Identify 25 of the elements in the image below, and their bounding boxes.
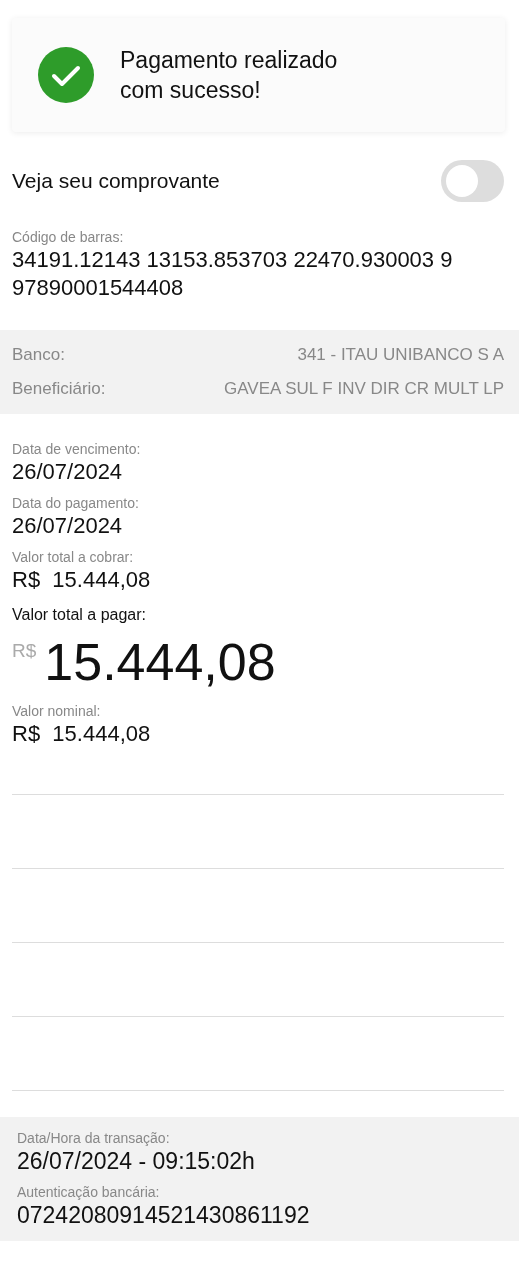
field-label: Valor nominal: [12,702,102,720]
field-label: Valor total a cobrar: [12,548,135,566]
total-label: Valor total a pagar: [12,606,147,624]
field-label: Código de barras: [12,228,125,246]
check-icon [38,47,94,103]
field-value: 26/07/2024 [12,512,124,540]
field-label: Data de vencimento: [12,440,142,458]
field-value: 341 - ITAU UNIBANCO S A [297,344,504,366]
field-label: Beneficiário: [12,378,106,400]
field-label: Autenticação bancária: [17,1183,161,1201]
field-value: 26/07/2024 [12,458,124,486]
barcode-number: 34191.12143 13153.853703 22470.930003 9 97890001544408 [12,246,454,302]
currency-symbol: R$ [12,640,37,662]
toggle-label: Veja seu comprovante [12,169,220,193]
field-value: GAVEA SUL F INV DIR CR MULT LP [224,378,504,400]
field-value: 07242080914521430861192 [17,1201,311,1229]
total-amount: 15.444,08 [44,632,276,693]
toggle-switch[interactable] [441,160,504,202]
amount-value: R$ 15.444,08 [12,720,152,748]
field-label: Data/Hora da transação: [17,1129,171,1147]
banner-message: Pagamento realizado com sucesso! [120,46,339,105]
field-label: Data do pagamento: [12,494,140,512]
field-value: 26/07/2024 - 09:15:02h [17,1147,256,1175]
field-label: Banco: [12,344,65,366]
amount-value: R$ 15.444,08 [12,566,152,594]
